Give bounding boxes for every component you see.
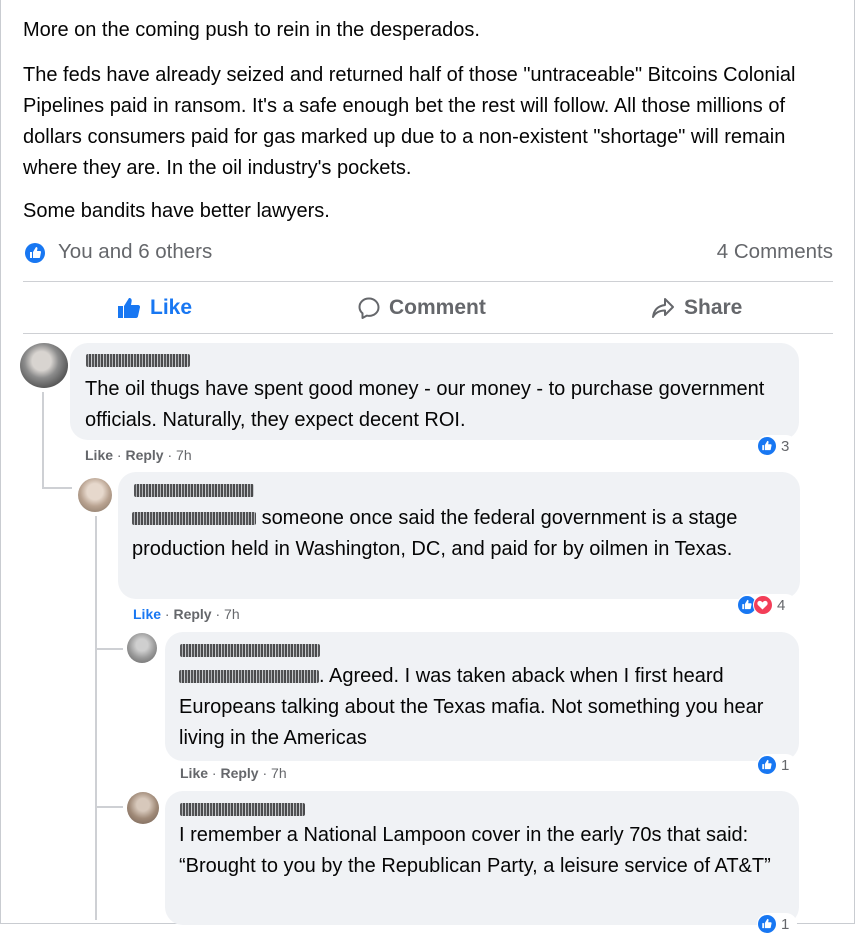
mention-redacted[interactable] <box>132 512 256 525</box>
thumbs-up-icon <box>118 298 141 318</box>
divider <box>23 281 833 282</box>
reactions-summary: You and 6 others 4 Comments <box>23 238 833 270</box>
comments-count-link[interactable]: 4 Comments <box>717 240 833 264</box>
love-reaction-icon <box>753 595 773 615</box>
share-button[interactable]: Share <box>651 293 742 323</box>
like-reaction-icon <box>757 914 777 934</box>
comment-body: someone once said the federal government… <box>132 503 782 565</box>
commenter-name-redacted[interactable] <box>86 354 190 367</box>
avatar[interactable] <box>127 792 159 824</box>
avatar[interactable] <box>78 478 112 512</box>
reaction-count: 4 <box>777 596 786 614</box>
comment-reactions[interactable]: 1 <box>757 913 797 935</box>
comment-label: Comment <box>389 296 486 319</box>
comment-icon <box>358 297 380 319</box>
comment-text: The oil thugs have spent good money - ou… <box>85 378 765 431</box>
comment-text: I remember a National Lampoon cover in t… <box>179 824 771 877</box>
comment-reply-link[interactable]: Reply <box>125 447 163 463</box>
divider <box>23 333 833 334</box>
comment-reactions[interactable]: 3 <box>757 435 797 457</box>
like-label: Like <box>150 296 193 319</box>
commenter-name-redacted[interactable] <box>134 484 254 497</box>
comment-timestamp[interactable]: 7h <box>176 447 192 463</box>
comment-bubble: The oil thugs have spent good money - ou… <box>70 343 799 440</box>
like-reaction-icon <box>757 755 777 775</box>
like-reaction-icon <box>757 436 777 456</box>
reaction-count: 1 <box>781 915 790 933</box>
thread-line <box>42 487 72 489</box>
like-button[interactable]: Like <box>117 293 192 323</box>
thread-line <box>95 648 123 650</box>
comment-like-link[interactable]: Like <box>180 765 208 781</box>
comment-like-link[interactable]: Like <box>133 606 161 622</box>
post-paragraph: The feds have already seized and returne… <box>23 64 796 179</box>
comment-reactions[interactable]: 1 <box>757 754 797 776</box>
comment-button[interactable]: Comment <box>358 293 486 323</box>
reaction-count: 3 <box>781 437 790 455</box>
comment-bubble: I remember a National Lampoon cover in t… <box>165 791 799 925</box>
reaction-count: 1 <box>781 756 790 774</box>
avatar[interactable] <box>20 343 68 388</box>
thread-line <box>95 516 97 920</box>
comment-bubble: someone once said the federal government… <box>118 472 800 599</box>
thread-line <box>42 392 44 487</box>
comment-meta: Like · Reply · 7h <box>180 765 287 781</box>
share-icon <box>652 298 674 318</box>
commenter-name-redacted[interactable] <box>180 803 305 816</box>
avatar[interactable] <box>127 633 157 663</box>
comment-meta: Like · Reply · 7h <box>133 606 240 622</box>
post-paragraph: Some bandits have better lawyers. <box>23 200 330 222</box>
post-paragraph: More on the coming push to rein in the d… <box>23 19 480 41</box>
comment-body: . Agreed. I was taken aback when I first… <box>179 661 779 754</box>
like-reaction-icon[interactable] <box>25 243 45 263</box>
reactions-count-link[interactable]: You and 6 others <box>58 240 212 264</box>
comment-like-link[interactable]: Like <box>85 447 113 463</box>
comment-timestamp[interactable]: 7h <box>224 606 240 622</box>
comment-reply-link[interactable]: Reply <box>173 606 211 622</box>
comment-bubble: . Agreed. I was taken aback when I first… <box>165 632 799 761</box>
share-label: Share <box>684 296 743 319</box>
thread-line <box>95 806 123 808</box>
comment-meta: Like · Reply · 7h <box>85 447 192 463</box>
comment-reply-link[interactable]: Reply <box>220 765 258 781</box>
commenter-name-redacted[interactable] <box>180 644 320 657</box>
comment-reactions[interactable]: 4 <box>737 594 797 616</box>
mention-redacted[interactable] <box>179 670 319 683</box>
comment-timestamp[interactable]: 7h <box>271 765 287 781</box>
